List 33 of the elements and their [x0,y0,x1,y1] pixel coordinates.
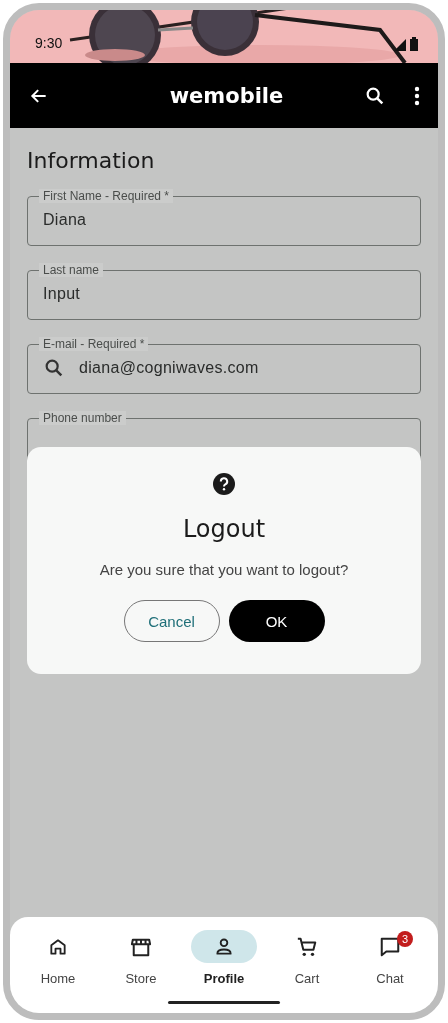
nav-label: Chat [376,971,404,986]
store-icon [130,936,152,957]
more-options-icon[interactable] [414,85,420,106]
text-field[interactable]: E-mail - Required * diana@cogniwaves.com [27,337,421,394]
chat-icon [379,935,401,958]
nav-tab[interactable] [191,930,257,963]
text-field[interactable]: Last name Input [27,263,421,320]
battery-icon [410,37,418,51]
nav-label: Home [40,971,76,986]
nav-label: Cart [294,971,320,986]
text-field[interactable]: First Name - Required * Diana [27,189,421,246]
nav-tab[interactable]: 3 [357,930,423,963]
section-title: Information [27,148,156,173]
field-label: Phone number [39,411,126,425]
person-icon [214,936,234,957]
field-label: E-mail - Required * [39,337,149,351]
search-icon[interactable] [43,357,65,379]
signal-icon [394,39,406,51]
cart-icon [296,935,318,958]
dialog-message: Are you sure that you want to logout? [99,561,349,578]
status-time: 9:30 [35,35,63,51]
field-label: First Name - Required * [39,189,174,203]
nav-label: Store [125,971,157,986]
field-value: Diana [43,211,87,229]
field-value: Input [43,285,81,303]
app-title: wemobile [168,83,285,108]
ok-button[interactable]: OK [228,600,325,642]
field-value: diana@cogniwaves.com [79,359,259,377]
count-badge: 3 [397,931,413,947]
field-label: Last name [39,263,104,277]
dialog-title: Logout [182,515,266,543]
help-icon [213,473,235,495]
nav-label: Profile [203,971,245,986]
